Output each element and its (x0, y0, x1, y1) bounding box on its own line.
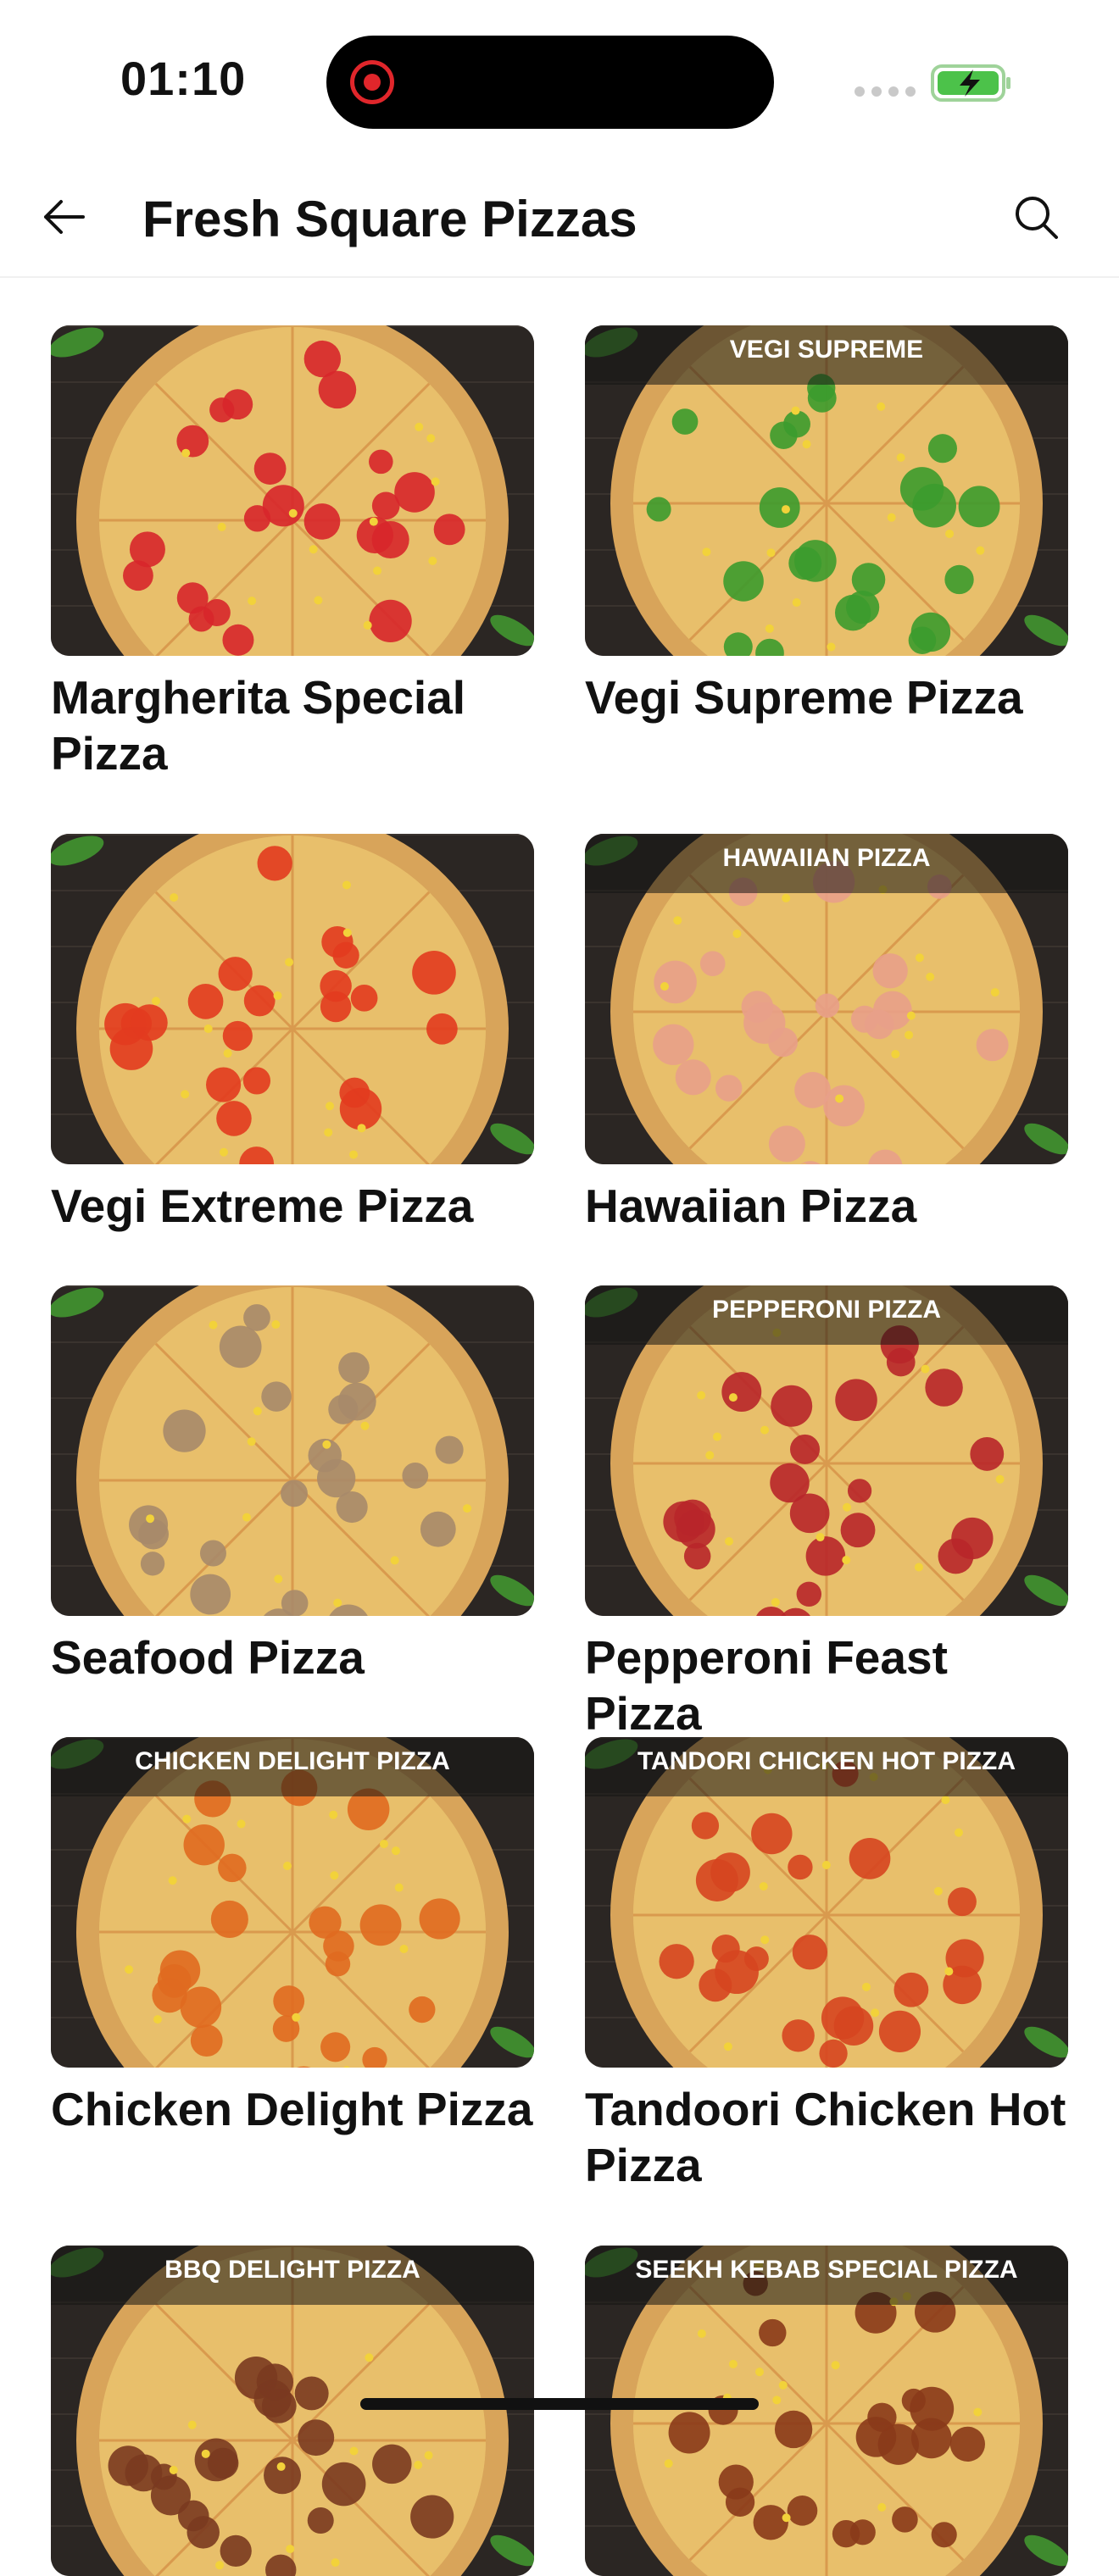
pizza-illustration (51, 325, 534, 656)
pizza-name: Vegi Supreme Pizza (585, 671, 1023, 724)
image-banner: CHICKEN DELIGHT PIZZA (51, 1737, 534, 1796)
pizza-name: Vegi Extreme Pizza (51, 1180, 474, 1232)
pizza-image[interactable] (51, 1285, 534, 1616)
pizza-name: Seafood Pizza (51, 1631, 365, 1684)
image-banner-text: VEGI SUPREME (729, 336, 924, 364)
pizza-image[interactable]: VEGI SUPREME (585, 325, 1068, 656)
pizza-card[interactable]: HAWAIIAN PIZZA Hawaiian Pizza (585, 834, 1068, 1234)
search-button[interactable] (1005, 186, 1066, 247)
pizza-illustration (51, 834, 534, 1164)
pizza-card[interactable]: CHICKEN DELIGHT PIZZA Chicken Delight Piz… (51, 1737, 534, 2137)
image-banner: PEPPERONI PIZZA (585, 1285, 1068, 1345)
pizza-card[interactable]: SEEKH KEBAB SPECIAL PIZZA (585, 2246, 1068, 2576)
pizza-image[interactable]: SEEKH KEBAB SPECIAL PIZZA (585, 2246, 1068, 2576)
pizza-image[interactable]: BBQ DELIGHT PIZZA (51, 2246, 534, 2576)
status-time: 01:10 (120, 52, 247, 105)
pizza-image[interactable] (51, 834, 534, 1164)
image-banner: VEGI SUPREME (585, 325, 1068, 385)
pizza-card[interactable]: VEGI SUPREME Vegi Supreme Pizza (585, 325, 1068, 725)
status-bar: 01:10 (0, 0, 1119, 161)
back-button[interactable] (34, 186, 95, 247)
image-banner-text: CHICKEN DELIGHT PIZZA (135, 1747, 450, 1775)
image-banner: BBQ DELIGHT PIZZA (51, 2246, 534, 2305)
image-banner-text: SEEKH KEBAB SPECIAL PIZZA (635, 2256, 1018, 2284)
cellular-signal-icon (855, 86, 916, 97)
pizza-image[interactable]: TANDORI CHICKEN HOT PIZZA (585, 1737, 1068, 2068)
pizza-name: Chicken Delight Pizza (51, 2083, 533, 2135)
pizza-name: Tandoori Chicken Hot Pizza (585, 2083, 1066, 2191)
image-banner: HAWAIIAN PIZZA (585, 834, 1068, 893)
image-banner-text: HAWAIIAN PIZZA (722, 844, 931, 872)
pizza-image[interactable]: CHICKEN DELIGHT PIZZA (51, 1737, 534, 2068)
pizza-name: Margherita Special Pizza (51, 671, 466, 780)
image-banner: TANDORI CHICKEN HOT PIZZA (585, 1737, 1068, 1796)
dynamic-island (326, 36, 774, 129)
home-indicator (360, 2398, 759, 2410)
pizza-card[interactable]: TANDORI CHICKEN HOT PIZZA Tandoori Chicke… (585, 1737, 1068, 2193)
search-icon (1016, 197, 1058, 239)
pizza-card[interactable]: PEPPERONI PIZZA Pepperoni Feast Pizza (585, 1285, 1068, 1741)
arrow-left-icon (44, 200, 85, 234)
pizza-image[interactable] (51, 325, 534, 656)
image-banner-text: BBQ DELIGHT PIZZA (164, 2256, 420, 2284)
pizza-card[interactable]: Margherita Special Pizza (51, 325, 534, 781)
pizza-image[interactable]: HAWAIIAN PIZZA (585, 834, 1068, 1164)
page-title: Fresh Square Pizzas (142, 191, 637, 247)
image-banner-text: TANDORI CHICKEN HOT PIZZA (637, 1747, 1016, 1775)
pizza-card[interactable]: Vegi Extreme Pizza (51, 834, 534, 1234)
pizza-card[interactable]: BBQ DELIGHT PIZZA (51, 2246, 534, 2576)
pizza-card[interactable]: Seafood Pizza (51, 1285, 534, 1685)
pizza-name: Hawaiian Pizza (585, 1180, 917, 1232)
image-banner: SEEKH KEBAB SPECIAL PIZZA (585, 2246, 1068, 2305)
pizza-image[interactable]: PEPPERONI PIZZA (585, 1285, 1068, 1616)
pizza-name: Pepperoni Feast Pizza (585, 1631, 948, 1740)
screen-recording-icon (350, 60, 394, 104)
app-header: Fresh Square Pizzas (0, 161, 1119, 278)
battery-charging-icon (931, 64, 1010, 102)
pizza-illustration (51, 1285, 534, 1616)
image-banner-text: PEPPERONI PIZZA (711, 1296, 942, 1324)
